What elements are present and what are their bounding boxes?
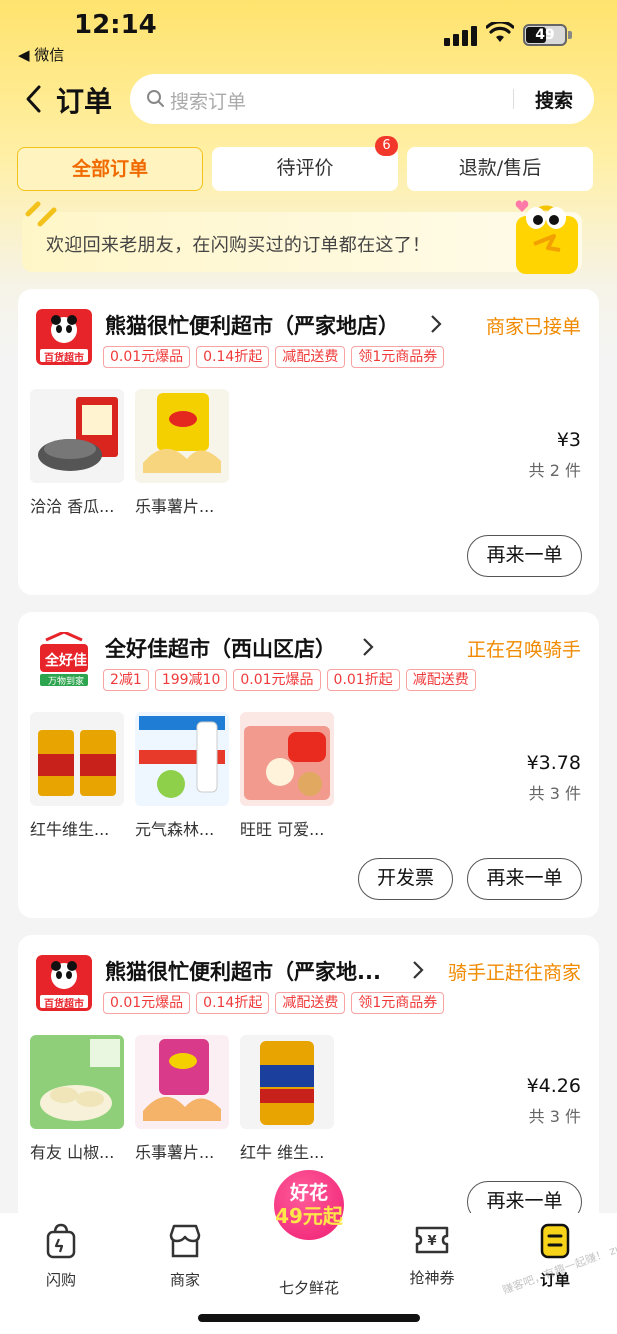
product-name: 洽洽 香瓜... xyxy=(30,497,115,516)
order-icon xyxy=(540,1223,570,1259)
nav-item-flash-buy[interactable]: 闪购 xyxy=(16,1223,106,1290)
order-price: ¥3 xyxy=(556,429,581,451)
promo-line2: 49元起 xyxy=(275,1204,343,1228)
product-image[interactable] xyxy=(135,1035,229,1129)
promo-tags: 2减1 199减10 0.01元爆品 0.01折起 减配送费 xyxy=(103,669,476,691)
promo-tags: 0.01元爆品 0.14折起 减配送费 领1元商品券 xyxy=(103,992,445,1014)
store-icon xyxy=(169,1224,201,1258)
banner-text: 欢迎回来老朋友，在闪购买过的订单都在这了！ xyxy=(46,235,431,256)
promo-tag: 0.01元爆品 xyxy=(103,346,191,368)
battery-tip xyxy=(568,31,572,39)
mascot-bag-icon xyxy=(515,200,578,274)
promo-tag: 0.01元爆品 xyxy=(233,669,321,691)
product-name: 旺旺 可爱... xyxy=(240,820,325,839)
order-price: ¥3.78 xyxy=(526,752,581,774)
chevron-right-icon xyxy=(413,961,424,979)
back-arrow-icon[interactable] xyxy=(24,84,42,114)
promo-tag: 0.01折起 xyxy=(326,669,400,691)
product-name: 乐事薯片... xyxy=(135,1143,215,1162)
tab-refund[interactable]: 退款/售后 xyxy=(407,147,593,191)
store-logo-text: 百货超市 xyxy=(44,353,84,364)
promo-tag: 0.01元爆品 xyxy=(103,992,191,1014)
promo-tags: 0.01元爆品 0.14折起 减配送费 领1元商品券 xyxy=(103,346,445,368)
status-time: 12:14 xyxy=(74,10,157,40)
sparkle-icon xyxy=(25,201,57,227)
product-name: 元气森林... xyxy=(135,820,215,839)
store-logo-text: 全好佳 xyxy=(45,653,87,669)
product-image[interactable] xyxy=(240,712,334,806)
product-image[interactable] xyxy=(30,1035,124,1129)
promo-tag: 0.14折起 xyxy=(196,346,270,368)
item-count: 共 3 件 xyxy=(528,1107,581,1126)
product-name: 红牛维生... xyxy=(30,820,110,839)
store-logo-text: 百货超市 xyxy=(44,999,84,1010)
svg-text:¥: ¥ xyxy=(427,1234,436,1249)
promo-tag: 2减1 xyxy=(103,669,149,691)
search-button[interactable]: 搜索 xyxy=(535,86,573,113)
order-status: 商家已接单 xyxy=(485,316,581,338)
order-price: ¥4.26 xyxy=(526,1075,581,1097)
back-to-wechat[interactable]: ◀ 微信 xyxy=(18,44,64,65)
battery-icon: 49 xyxy=(523,24,567,46)
order-card[interactable]: 全好佳 万物到家 全好佳超市（西山区店） 正在召唤骑手 2减1 199减10 0… xyxy=(18,612,599,918)
battery-level: 49 xyxy=(535,27,555,43)
welcome-banner: 欢迎回来老朋友，在闪购买过的订单都在这了！ xyxy=(22,212,582,272)
product-name: 红牛 维生... xyxy=(240,1143,325,1162)
nav-label: 闪购 xyxy=(45,1271,76,1289)
product-name: 乐事薯片... xyxy=(135,497,215,516)
store-name[interactable]: 熊猫很忙便利超市（严家地... xyxy=(105,956,381,986)
reorder-button[interactable]: 再来一单 xyxy=(467,535,582,577)
nav-label: 七夕鲜花 xyxy=(278,1279,339,1297)
search-divider xyxy=(513,89,514,109)
tab-all-orders[interactable]: 全部订单 xyxy=(17,147,203,191)
store-logo-subtext: 万物到家 xyxy=(47,677,84,687)
tab-pending-review[interactable]: 待评价 xyxy=(212,147,398,191)
page-title: 订单 xyxy=(56,85,113,118)
order-card[interactable]: 百货超市 熊猫很忙便利超市（严家地店） 商家已接单 0.01元爆品 0.14折起… xyxy=(18,289,599,595)
promo-tag: 领1元商品券 xyxy=(351,992,445,1014)
invoice-button[interactable]: 开发票 xyxy=(358,858,453,900)
product-image[interactable] xyxy=(135,712,229,806)
flower-promo-button[interactable]: 好花 49元起 xyxy=(274,1170,344,1240)
search-placeholder: 搜索订单 xyxy=(170,91,247,113)
chevron-right-icon xyxy=(363,638,374,656)
nav-item-flowers[interactable]: 七夕鲜花 xyxy=(264,1271,354,1298)
reorder-button[interactable]: 再来一单 xyxy=(467,858,582,900)
store-name[interactable]: 熊猫很忙便利超市（严家地店） xyxy=(105,310,399,340)
nav-label: 抢神券 xyxy=(409,1269,455,1287)
promo-line1: 好花 xyxy=(289,1182,328,1204)
nav-item-coupons[interactable]: ¥ 抢神券 xyxy=(387,1223,477,1288)
promo-tag: 减配送费 xyxy=(405,669,476,691)
wifi-icon xyxy=(486,22,514,42)
home-indicator[interactable] xyxy=(198,1314,420,1322)
nav-item-merchants[interactable]: 商家 xyxy=(140,1223,230,1290)
product-image[interactable] xyxy=(240,1035,334,1129)
chevron-right-icon xyxy=(431,315,442,333)
nav-label: 商家 xyxy=(169,1271,200,1289)
order-status: 骑手正赶往商家 xyxy=(447,962,581,984)
item-count: 共 2 件 xyxy=(528,461,581,480)
product-image[interactable] xyxy=(30,712,124,806)
search-icon xyxy=(147,90,164,107)
coupon-icon: ¥ xyxy=(415,1226,449,1254)
promo-tag: 减配送费 xyxy=(275,346,346,368)
store-name[interactable]: 全好佳超市（西山区店） xyxy=(105,633,336,663)
order-status: 正在召唤骑手 xyxy=(466,639,581,661)
item-count: 共 3 件 xyxy=(528,784,581,803)
search-input[interactable]: 搜索订单 搜索 xyxy=(130,74,594,124)
review-count-badge: 6 xyxy=(375,136,398,156)
promo-tag: 199减10 xyxy=(154,669,228,691)
promo-tag: 领1元商品券 xyxy=(351,346,445,368)
product-name: 有友 山椒... xyxy=(30,1143,115,1162)
shopping-bag-icon xyxy=(46,1223,76,1259)
promo-tag: 0.14折起 xyxy=(196,992,270,1014)
signal-icon xyxy=(444,26,478,46)
promo-tag: 减配送费 xyxy=(275,992,346,1014)
product-image[interactable] xyxy=(30,389,124,483)
product-image[interactable] xyxy=(135,389,229,483)
status-bar: 12:14 ◀ 微信 49 xyxy=(0,0,617,70)
